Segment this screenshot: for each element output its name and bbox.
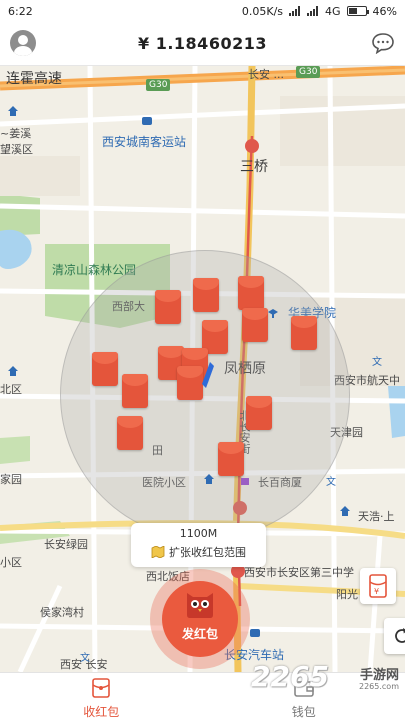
network-type: 4G [325,4,341,18]
map-label-g30-b: G30 [296,66,321,78]
map-red-envelope[interactable] [117,416,143,450]
map-red-envelope[interactable] [92,352,118,386]
map-label-expressway: 连霍高速 [6,71,62,87]
svg-text:文: 文 [80,652,90,662]
status-right: 0.05K/s 4G 46% [242,5,397,18]
map-label-left-area-1: 北区 [0,383,22,396]
map-label-tianhao: 天浩·上 [358,510,395,523]
map-label-houjia: 侯家湾村 [40,606,84,619]
expand-range-label: 扩张收红包范围 [169,546,246,559]
user-location-icon [202,362,214,388]
poi-home-icon [204,474,214,484]
expand-range-tip[interactable]: 1100M 扩张收红包范围 [131,523,266,567]
map-label-sanqiao: 三桥 [240,159,268,175]
wallet-envelope-button[interactable]: ¥ [360,568,396,604]
expand-range-action[interactable]: 扩张收红包范围 [131,544,266,560]
map-label-bus-station: 西安城南客运站 [102,135,187,149]
svg-text:¥: ¥ [374,587,379,596]
map-label-jiangxi: ~姜溪 [0,127,32,140]
bus-icon [142,117,152,125]
status-bar: 6:22 0.05K/s 4G 46% [0,0,405,22]
tab-wallet-label: 钱包 [291,705,316,719]
refresh-button[interactable] [384,618,405,654]
map-red-envelope[interactable] [242,308,268,342]
map-label-xiaoqu: 小区 [0,556,22,569]
message-bubble-icon[interactable] [371,32,395,54]
balance-amount: ¥ 1.18460213 [138,34,267,53]
poi-home-icon [8,106,18,116]
site-watermark: 2265 手游网 2265.com [249,660,399,704]
wifi-signal-icon [289,6,301,16]
net-speed: 0.05K/s [241,4,284,18]
user-avatar-icon[interactable] [10,30,36,56]
status-time: 6:22 [8,4,33,18]
red-envelope-yen-icon: ¥ [369,574,387,598]
watermark-sub: 2265.com [359,682,399,691]
map-label-wangxi: 望溪区 [0,143,33,156]
tab-receive[interactable]: 收红包 [0,673,203,720]
map-red-envelope[interactable] [291,316,317,350]
watermark-text: 手游网 [359,668,399,683]
refresh-icon [395,628,405,643]
map-label-changan-garden: 长安绿园 [44,538,88,551]
range-distance: 1100M [179,527,218,540]
map-label-g30-a: G30 [146,79,171,91]
culture-icon: 文 [326,476,336,486]
app-screen: 6:22 0.05K/s 4G 46% ¥ 1.18460213 连霍高速 G3… [0,0,405,720]
svg-text:文: 文 [372,356,382,366]
map-red-envelope[interactable] [193,278,219,312]
app-header: ¥ 1.18460213 [0,22,405,66]
map-red-envelope[interactable] [238,276,264,310]
map-fold-icon [151,546,165,558]
map-red-envelope[interactable] [246,396,272,430]
bus-icon [250,629,260,637]
culture-icon: 文 [372,356,382,366]
cell-signal-icon [307,6,319,16]
owl-envelope-icon [187,593,213,618]
battery-percent: 46% [372,4,397,18]
poi-home-icon [8,366,18,376]
map-red-envelope[interactable] [218,442,244,476]
svg-text:文: 文 [326,476,336,486]
send-red-envelope-button[interactable]: 发红包 [162,581,238,657]
school-icon [268,309,278,318]
map-red-envelope[interactable] [177,366,203,400]
battery-icon [346,6,369,16]
culture-icon: 文 [80,652,90,662]
watermark-number: 2265 [251,660,329,693]
map-label-yangguang: 阳光 [336,588,358,601]
map-red-envelope[interactable] [155,290,181,324]
tab-receive-label: 收红包 [83,705,120,719]
map-view[interactable]: 连霍高速 G30 G30 ~姜溪 望溪区 西安城南客运站 三桥 清凉山森林公园 … [0,66,405,672]
red-envelope-tab-icon [92,678,111,698]
map-label-left-area-2: 家园 [0,473,22,486]
poi-home-icon [340,506,350,516]
shopping-bag-icon [241,478,249,485]
map-label-road-top: 长安 ... [248,68,284,81]
send-button-label: 发红包 [181,627,218,641]
map-red-envelope[interactable] [122,374,148,408]
